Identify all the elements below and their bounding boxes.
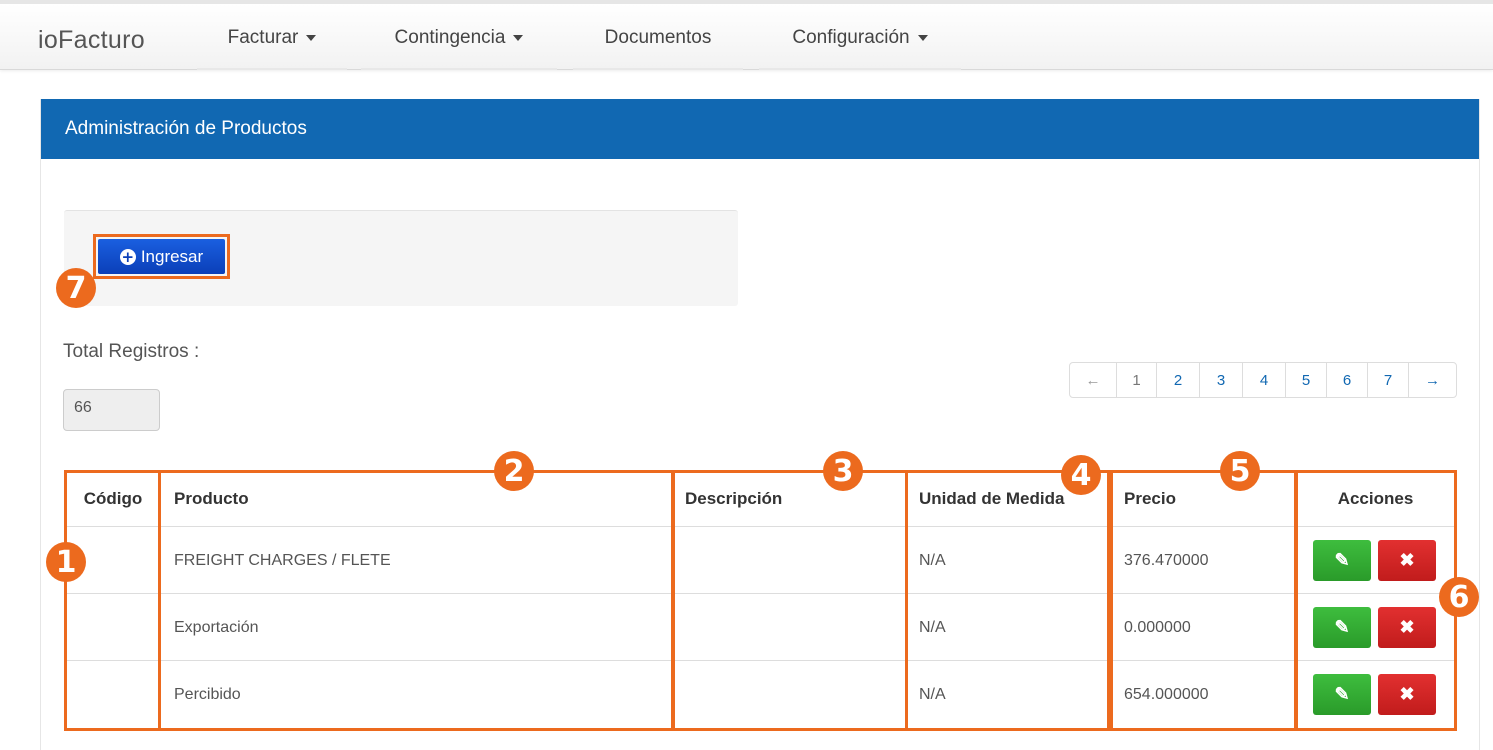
caret-down-icon — [917, 35, 928, 41]
pagination-page-1[interactable]: 1 — [1116, 363, 1156, 397]
caret-down-icon — [513, 35, 524, 41]
pagination-prev[interactable]: ← — [1070, 363, 1116, 397]
nav-facturar-label: Facturar — [227, 27, 299, 48]
panel-title: Administración de Productos — [41, 99, 1479, 159]
highlight-producto-column — [158, 470, 674, 731]
highlight-codigo-column — [64, 470, 161, 731]
plus-circle-icon: + — [119, 247, 136, 266]
pagination-page-2[interactable]: 2 — [1156, 363, 1199, 397]
annotation-badge-5: 5 — [1220, 451, 1260, 491]
nav-documentos-label: Documentos — [604, 27, 712, 48]
nav-contingencia-label: Contingencia — [394, 27, 506, 48]
pagination-next[interactable]: → — [1408, 363, 1456, 397]
nav-configuracion[interactable]: Configuración — [759, 8, 961, 70]
highlight-acciones-column — [1295, 470, 1457, 731]
annotation-badge-1: 1 — [46, 542, 86, 582]
pagination-page-4[interactable]: 4 — [1242, 363, 1285, 397]
add-product-label: Ingresar — [140, 246, 204, 266]
total-records-field: 66 — [63, 389, 160, 431]
add-product-button-face: + Ingresar — [98, 239, 225, 274]
annotation-badge-7: 7 — [56, 268, 96, 308]
annotation-badge-3: 3 — [823, 451, 863, 491]
annotation-badge-6: 6 — [1439, 577, 1479, 617]
pagination-page-5[interactable]: 5 — [1285, 363, 1326, 397]
pagination-page-3[interactable]: 3 — [1199, 363, 1242, 397]
total-records-label: Total Registros : — [63, 341, 200, 362]
annotation-badge-4: 4 — [1061, 455, 1101, 495]
brand-logo[interactable]: ioFacturo — [38, 26, 145, 55]
highlight-precio-column — [1110, 470, 1297, 731]
nav-facturar[interactable]: Facturar — [197, 8, 347, 70]
pagination-page-7[interactable]: 7 — [1367, 363, 1408, 397]
top-navbar: ioFacturo Facturar Contingencia Document… — [0, 0, 1493, 70]
pagination-page-6[interactable]: 6 — [1326, 363, 1367, 397]
nav-configuracion-label: Configuración — [792, 27, 910, 48]
pagination: ← 1 2 3 4 5 6 7 → — [1069, 362, 1457, 398]
add-product-button[interactable]: + Ingresar — [93, 234, 230, 279]
nav-contingencia[interactable]: Contingencia — [361, 8, 557, 70]
annotation-badge-2: 2 — [494, 451, 534, 491]
caret-down-icon — [306, 35, 317, 41]
highlight-unidad-column — [905, 470, 1110, 731]
highlight-descripcion-column — [672, 470, 908, 731]
nav-documentos[interactable]: Documentos — [573, 8, 743, 70]
